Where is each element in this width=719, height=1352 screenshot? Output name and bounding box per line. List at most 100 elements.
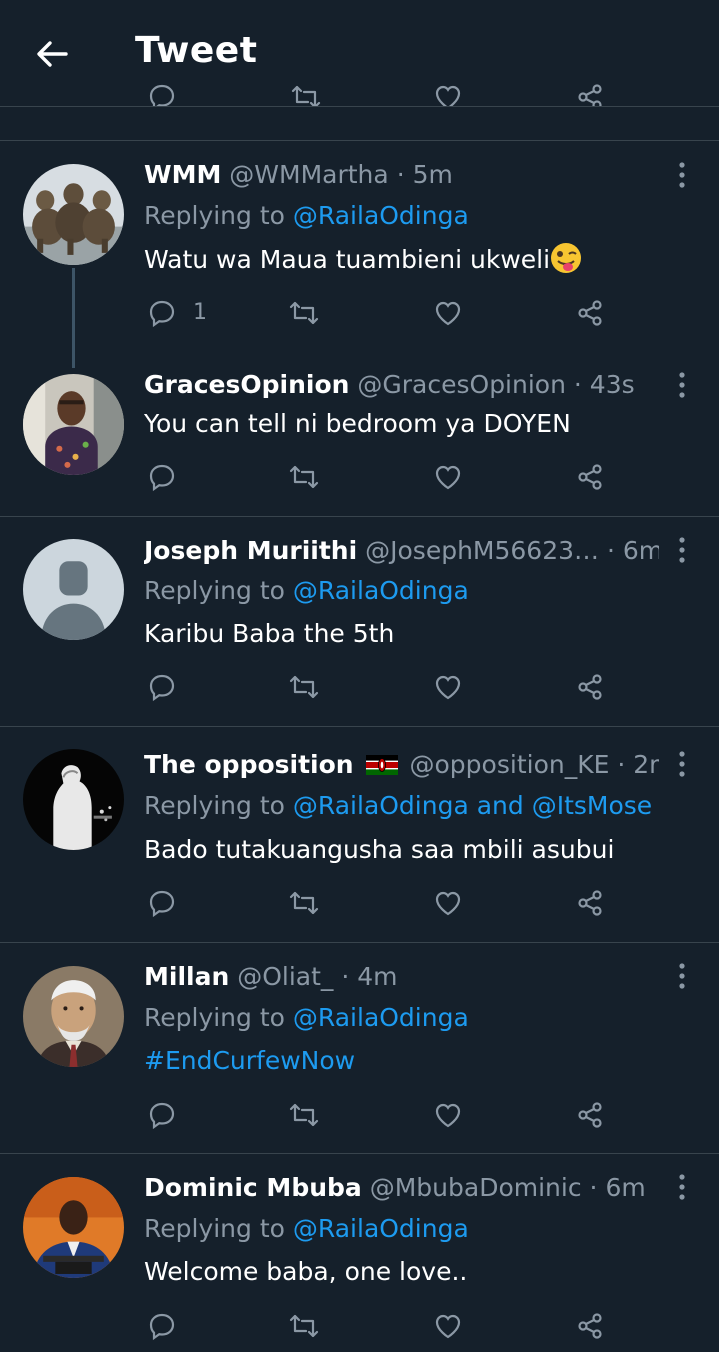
share-button[interactable] <box>576 672 606 706</box>
share-icon <box>578 1313 602 1339</box>
reply-count: 1 <box>193 300 207 325</box>
like-button[interactable] <box>433 1100 463 1134</box>
hashtag-link[interactable]: #EndCurfewNow <box>144 1044 355 1078</box>
tweet-header: Dominic Mbuba @MbubaDominic · 6m <box>144 1173 646 1202</box>
retweet-button[interactable] <box>288 1100 320 1134</box>
reply-button[interactable] <box>147 298 177 332</box>
tweet-text: Welcome baba, one love.. <box>144 1257 468 1286</box>
tweet-dominic-mbuba[interactable]: Dominic Mbuba @MbubaDominic · 6m Replyin… <box>0 1154 719 1352</box>
reply-button[interactable] <box>147 672 177 706</box>
mention-link[interactable]: @RailaOdinga <box>293 1003 469 1032</box>
avatar[interactable] <box>23 374 124 475</box>
top-bar: Tweet <box>0 0 719 107</box>
like-button[interactable] <box>433 462 463 496</box>
retweet-icon <box>289 891 319 915</box>
reply-icon[interactable] <box>147 82 177 107</box>
share-button[interactable] <box>576 462 606 496</box>
like-icon <box>435 675 461 700</box>
reply-icon <box>149 890 175 918</box>
page-title: Tweet <box>135 30 258 71</box>
reply-button[interactable] <box>147 1311 177 1345</box>
more-options-icon[interactable] <box>672 1172 692 1202</box>
display-name[interactable]: WMM <box>144 160 221 189</box>
retweet-button[interactable] <box>288 1311 320 1345</box>
display-name[interactable]: GracesOpinion <box>144 370 349 399</box>
reply-icon <box>149 1102 175 1130</box>
like-icon <box>435 465 461 490</box>
retweet-button[interactable] <box>288 672 320 706</box>
tweet-actions <box>0 888 719 922</box>
winking-face-with-tongue-icon <box>551 243 582 273</box>
replying-to: Replying to @RailaOdinga <box>144 1003 469 1032</box>
tweet-joseph-muriithi[interactable]: Joseph Muriithi @JosephM56623… · 6m Repl… <box>0 517 719 726</box>
mention-link[interactable]: @RailaOdinga <box>293 1214 469 1243</box>
tweet-header: GracesOpinion @GracesOpinion · 43s <box>144 370 635 399</box>
handle: @opposition_KE <box>409 750 610 779</box>
mention-link[interactable]: @RailaOdinga <box>293 576 469 605</box>
mention-link[interactable]: @RailaOdinga and @ItsMose <box>293 791 652 820</box>
tweet-text: You can tell ni bedroom ya DOYEN <box>144 409 571 438</box>
like-icon <box>435 301 461 326</box>
reply-button[interactable] <box>147 462 177 496</box>
timestamp: 4m <box>357 962 398 991</box>
reply-button[interactable] <box>147 1100 177 1134</box>
retweet-button[interactable] <box>288 298 320 332</box>
more-options-icon[interactable] <box>672 160 692 190</box>
default-avatar[interactable] <box>23 539 124 640</box>
like-button[interactable] <box>433 298 463 332</box>
share-icon <box>578 1102 602 1128</box>
more-options-icon[interactable] <box>672 749 692 779</box>
retweet-icon[interactable] <box>290 82 322 107</box>
tweet-millan[interactable]: Millan @Oliat_ · 4m Replying to @RailaOd… <box>0 943 719 1153</box>
timestamp: 2m <box>633 750 659 779</box>
timestamp: 5m <box>412 160 453 189</box>
share-button[interactable] <box>576 1100 606 1134</box>
retweet-icon <box>289 1314 319 1338</box>
more-options-icon[interactable] <box>672 370 692 400</box>
share-icon[interactable] <box>576 82 606 107</box>
tweet-the-opposition[interactable]: The opposition @opposition_KE · 2m Reply… <box>0 727 719 941</box>
tweet-actions: 1 <box>0 298 719 332</box>
handle: @MbubaDominic <box>369 1173 582 1202</box>
like-icon[interactable] <box>433 82 463 107</box>
reply-button[interactable] <box>147 888 177 922</box>
display-name[interactable]: The opposition <box>144 750 354 779</box>
tweet-text: Karibu Baba the 5th <box>144 619 395 648</box>
tweet-wmm[interactable]: WMM @WMMartha · 5m Replying to @RailaOdi… <box>0 140 719 368</box>
mention-link[interactable]: @RailaOdinga <box>293 201 469 230</box>
retweet-button[interactable] <box>288 888 320 922</box>
retweet-icon <box>289 301 319 325</box>
share-icon <box>578 300 602 326</box>
share-button[interactable] <box>576 1311 606 1345</box>
kenya-flag-icon <box>365 755 398 775</box>
display-name[interactable]: Millan <box>144 962 229 991</box>
handle: @Oliat_ <box>237 962 334 991</box>
avatar[interactable] <box>23 749 124 850</box>
tweet-actions <box>0 1100 719 1134</box>
reply-icon <box>149 674 175 702</box>
like-button[interactable] <box>433 888 463 922</box>
tweet-gracesopinion[interactable]: GracesOpinion @GracesOpinion · 43s You c… <box>0 350 719 516</box>
back-arrow-icon[interactable] <box>34 36 70 72</box>
more-options-icon[interactable] <box>672 961 692 991</box>
share-button[interactable] <box>576 298 606 332</box>
display-name[interactable]: Joseph Muriithi <box>144 536 357 565</box>
avatar[interactable] <box>23 966 124 1067</box>
previous-tweet-actions <box>0 82 719 107</box>
avatar[interactable] <box>23 164 124 265</box>
timestamp: 43s <box>589 370 635 399</box>
avatar[interactable] <box>23 1177 124 1278</box>
handle: @WMMartha <box>229 160 389 189</box>
retweet-button[interactable] <box>288 462 320 496</box>
tweet-text: Bado tutakuangusha saa mbili asubui <box>144 835 615 864</box>
timestamp: 6m <box>605 1173 646 1202</box>
like-button[interactable] <box>433 1311 463 1345</box>
like-button[interactable] <box>433 672 463 706</box>
handle: @JosephM56623… <box>365 536 600 565</box>
tweet-actions <box>0 672 719 706</box>
share-button[interactable] <box>576 888 606 922</box>
display-name[interactable]: Dominic Mbuba <box>144 1173 362 1202</box>
more-options-icon[interactable] <box>672 535 692 565</box>
tweet-header: Millan @Oliat_ · 4m <box>144 962 398 991</box>
tweet-header: Joseph Muriithi @JosephM56623… · 6m <box>144 535 659 567</box>
